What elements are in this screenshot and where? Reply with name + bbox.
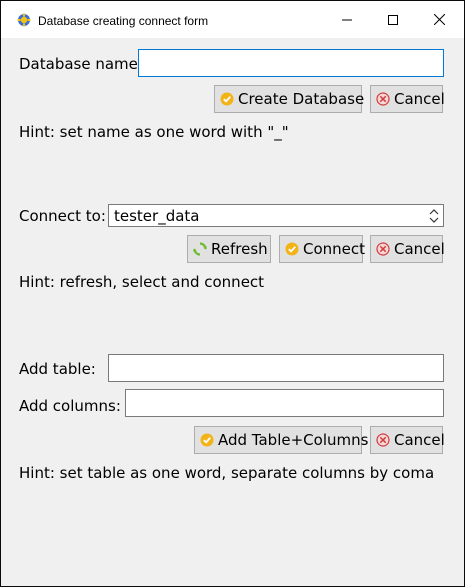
refresh-label: Refresh bbox=[211, 240, 268, 258]
cancel-table-label: Cancel bbox=[394, 431, 445, 449]
refresh-icon bbox=[193, 242, 207, 256]
database-name-label: Database name: bbox=[19, 55, 143, 73]
cancel-create-button[interactable]: Cancel bbox=[370, 85, 445, 113]
minimize-icon bbox=[342, 19, 352, 20]
connect-label: Connect bbox=[303, 240, 366, 258]
selected-database: tester_data bbox=[114, 207, 200, 225]
maximize-icon bbox=[388, 14, 398, 25]
cancel-connect-label: Cancel bbox=[394, 240, 445, 258]
app-icon bbox=[17, 13, 31, 27]
create-hint: Hint: set name as one word with "_" bbox=[19, 123, 289, 141]
connect-to-label: Connect to: bbox=[19, 207, 106, 225]
spin-arrows-icon[interactable] bbox=[427, 207, 441, 225]
cancel-icon bbox=[376, 242, 390, 256]
add-columns-label: Add columns: bbox=[19, 397, 121, 415]
window-title: Database creating connect form bbox=[38, 14, 209, 28]
cancel-icon bbox=[376, 92, 390, 106]
table-hint: Hint: set table as one word, separate co… bbox=[19, 464, 435, 482]
add-table-label: Add table: bbox=[19, 360, 96, 378]
check-icon bbox=[220, 92, 234, 106]
database-select[interactable]: tester_data bbox=[108, 204, 444, 227]
check-icon bbox=[200, 433, 214, 447]
form-window: Database creating connect form Database … bbox=[1, 1, 464, 586]
maximize-button[interactable] bbox=[370, 1, 416, 38]
close-icon bbox=[433, 14, 445, 25]
cancel-connect-button[interactable]: Cancel bbox=[370, 235, 445, 263]
columns-input[interactable] bbox=[125, 389, 444, 417]
cancel-icon bbox=[376, 433, 390, 447]
add-table-columns-button[interactable]: Add Table+Columns bbox=[194, 426, 368, 454]
connect-hint: Hint: refresh, select and connect bbox=[19, 273, 265, 291]
add-table-columns-label: Add Table+Columns bbox=[218, 431, 369, 449]
title-bar[interactable]: Database creating connect form bbox=[1, 1, 464, 38]
create-database-label: Create Database bbox=[238, 90, 365, 108]
close-button[interactable] bbox=[416, 1, 462, 38]
connect-button[interactable]: Connect bbox=[279, 235, 366, 263]
database-name-input[interactable] bbox=[138, 49, 444, 77]
table-name-input[interactable] bbox=[108, 354, 444, 382]
refresh-button[interactable]: Refresh bbox=[187, 235, 271, 263]
create-database-button[interactable]: Create Database bbox=[214, 85, 365, 113]
check-icon bbox=[285, 242, 299, 256]
cancel-create-label: Cancel bbox=[394, 90, 445, 108]
minimize-button[interactable] bbox=[324, 1, 370, 38]
cancel-table-button[interactable]: Cancel bbox=[370, 426, 445, 454]
